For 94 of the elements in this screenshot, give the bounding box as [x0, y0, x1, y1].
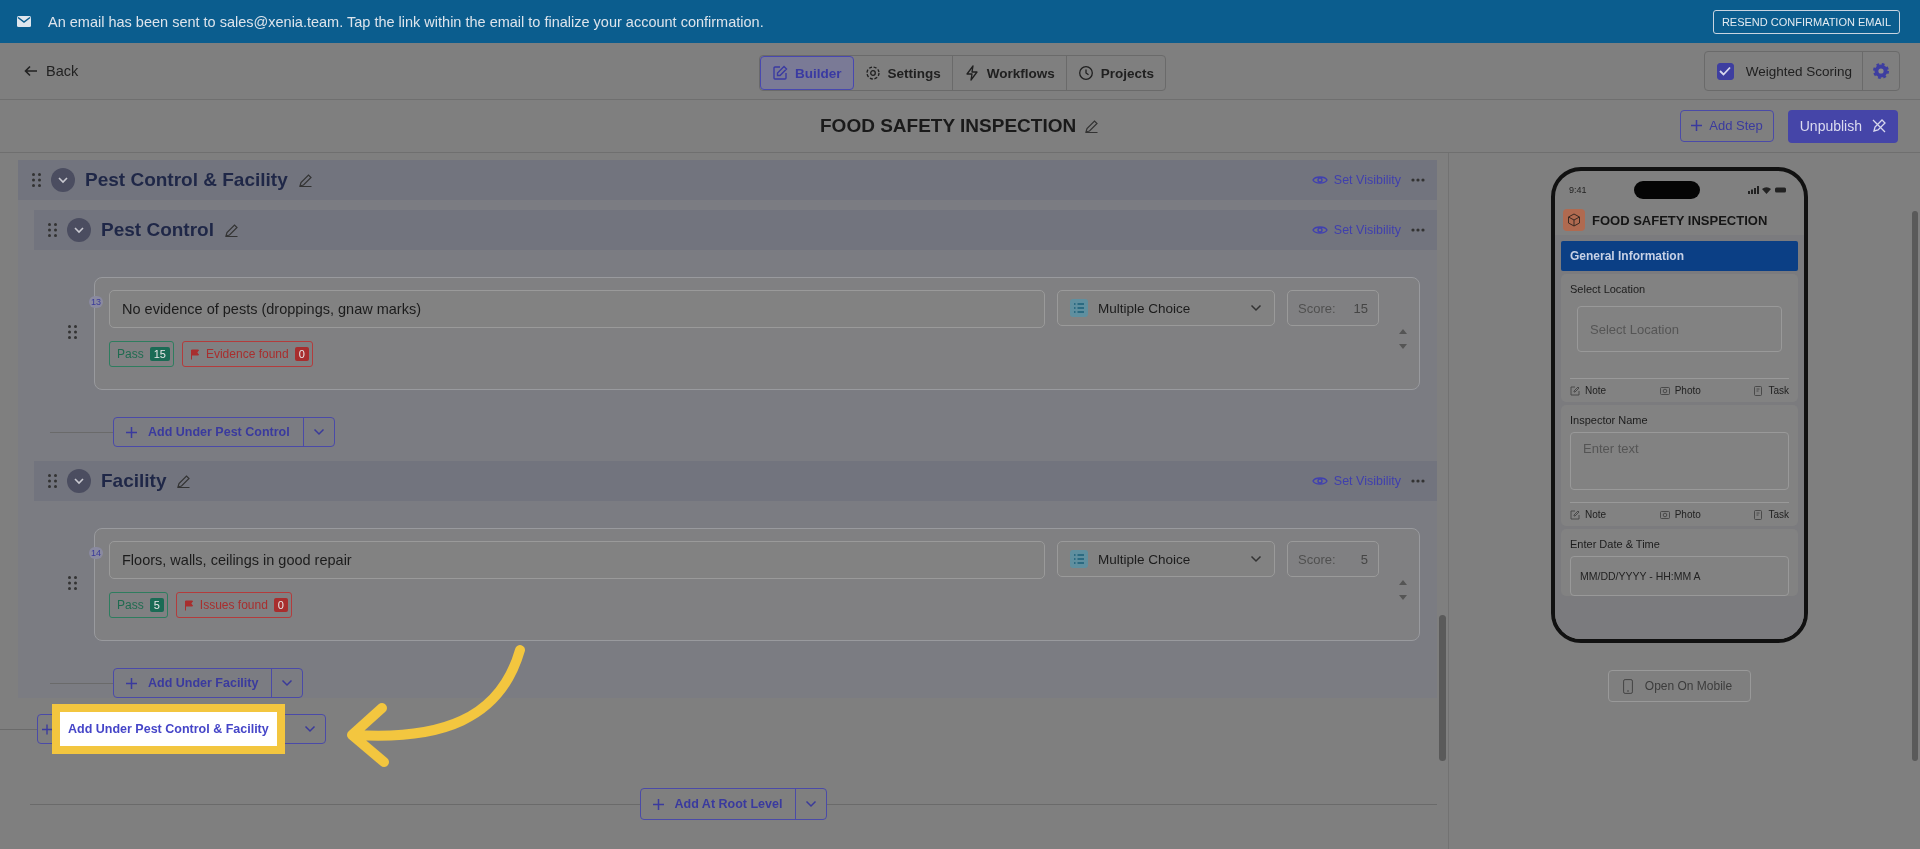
clipboard-icon — [1754, 385, 1764, 396]
response-option[interactable]: Pass 5 — [109, 592, 168, 618]
add-item-button[interactable]: Add Under Pest Control & Facility — [52, 704, 285, 754]
status-time: 9:41 — [1569, 185, 1587, 195]
pencil-icon[interactable] — [1084, 118, 1100, 134]
chevron-icon — [73, 226, 85, 234]
caret-icon — [1250, 555, 1262, 563]
collapse-button[interactable] — [67, 218, 91, 242]
preview-title: FOOD SAFETY INSPECTION — [1592, 212, 1768, 228]
collapse-button[interactable] — [67, 469, 91, 493]
flag-icon — [189, 348, 200, 360]
drag-handle-icon[interactable] — [32, 173, 41, 187]
edit-icon — [772, 65, 788, 81]
field-action[interactable]: Photo — [1659, 385, 1701, 396]
response-option[interactable]: Pass 15 — [109, 341, 174, 367]
response-option[interactable]: Evidence found 0 — [181, 341, 313, 367]
plus-icon — [42, 723, 52, 735]
drag-handle-icon[interactable] — [48, 474, 57, 488]
add-step-button[interactable]: Add Step — [1680, 109, 1774, 142]
caret-icon — [312, 428, 325, 436]
checkbox[interactable] — [1716, 62, 1734, 80]
question-type-dropdown[interactable]: Multiple Choice — [1057, 541, 1275, 577]
caret-icon — [1250, 304, 1262, 312]
subsection-title: Facility — [101, 470, 167, 492]
camera-icon — [1659, 510, 1670, 519]
mail-icon — [17, 16, 31, 27]
nav-tab[interactable]: Workflows — [952, 56, 1067, 90]
plus-icon — [126, 677, 137, 689]
pencil-icon[interactable] — [223, 222, 239, 238]
chevron-icon — [73, 477, 85, 485]
collapse-button[interactable] — [51, 168, 75, 192]
field-action[interactable]: Note — [1570, 509, 1607, 520]
nav-tab[interactable]: Builder — [760, 56, 854, 90]
drag-handle-icon[interactable] — [67, 324, 77, 339]
question-input[interactable]: No evidence of pests (droppings, gnaw marks) — [109, 290, 1045, 328]
banner-message: An email has been sent to sales@xenia.team. Tap the link within the email to finalize your account confirmation. — [48, 13, 764, 30]
notch-drawing — [1634, 181, 1701, 199]
plus-icon — [126, 426, 137, 438]
question-number: 14 — [89, 547, 103, 559]
question-input[interactable]: Floors, walls, ceilings in good repair — [109, 541, 1045, 579]
edit-icon — [1570, 385, 1580, 396]
flag-icon — [183, 599, 194, 611]
scrollbar[interactable] — [1912, 211, 1918, 761]
field-label: Inspector Name — [1570, 414, 1649, 426]
gear-icon — [1871, 61, 1891, 81]
status-icons-drawing — [1748, 186, 1788, 194]
field-action[interactable]: Photo — [1659, 509, 1701, 520]
subsection-title: Pest Control — [101, 219, 214, 241]
nav-tab[interactable]: Projects — [1066, 56, 1166, 90]
form-title: FOOD SAFETY INSPECTION — [820, 115, 1077, 137]
more-icon[interactable] — [1411, 228, 1425, 232]
caret-icon — [281, 679, 294, 687]
clock-icon — [1077, 65, 1094, 81]
question-type-dropdown[interactable]: Multiple Choice — [1057, 290, 1275, 326]
field-label: Enter Date & Time — [1570, 538, 1661, 550]
scrollbar[interactable] — [1439, 615, 1446, 761]
more-icon[interactable] — [1411, 479, 1425, 483]
back-button[interactable]: Back — [24, 63, 79, 79]
response-option[interactable]: Issues found 0 — [175, 592, 292, 618]
eye-icon — [1311, 224, 1328, 236]
question-number: 13 — [89, 296, 103, 308]
pencil-icon[interactable] — [297, 172, 313, 188]
edit-icon — [1570, 509, 1580, 520]
chevron-icon — [57, 176, 69, 184]
pencil-icon[interactable] — [176, 473, 192, 489]
camera-icon — [1659, 386, 1670, 395]
pencil-slash-icon — [1870, 117, 1888, 135]
more-icon[interactable] — [1411, 178, 1425, 182]
date-time-field[interactable]: MM/DD/YYYY - HH:MM A — [1570, 556, 1789, 596]
section-banner: General Information — [1561, 241, 1798, 271]
plus-icon — [1691, 120, 1703, 131]
clipboard-icon — [1754, 509, 1764, 520]
open-on-mobile-button[interactable]: Open On Mobile — [1607, 670, 1752, 702]
eye-icon — [1311, 475, 1328, 487]
list-icon — [1070, 299, 1088, 317]
drag-handle-icon[interactable] — [67, 575, 77, 590]
unpublish-button[interactable]: Unpublish — [1787, 109, 1898, 143]
field-label: Select Location — [1570, 283, 1647, 295]
field-action[interactable]: Task — [1754, 509, 1789, 520]
field-action[interactable]: Task — [1754, 385, 1789, 396]
field-action[interactable]: Note — [1570, 385, 1607, 396]
resend-email-button[interactable]: RESEND CONFIRMATION EMAIL — [1712, 9, 1900, 34]
settings-icon — [864, 65, 881, 81]
drag-handle-icon[interactable] — [48, 223, 57, 237]
back-arrow-icon — [24, 65, 38, 77]
section-title: Pest Control & Facility — [85, 169, 288, 191]
caret-icon — [805, 800, 818, 808]
caret-icon — [303, 725, 316, 733]
box-icon — [1563, 209, 1585, 231]
eye-icon — [1311, 174, 1328, 186]
plus-icon — [652, 798, 664, 810]
nav-tab[interactable]: Settings — [853, 56, 953, 90]
list-icon — [1070, 550, 1088, 568]
phone-icon — [1622, 678, 1633, 694]
